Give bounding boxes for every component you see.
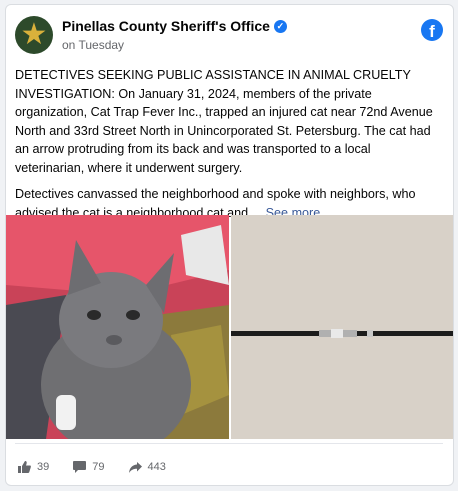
sheriff-star-icon: ★ [20, 18, 48, 51]
thumbs-up-icon [18, 461, 31, 473]
page-name-link[interactable]: Pinellas County Sheriff's Office ✓ [62, 18, 287, 34]
reaction-stats: 39 79 443 [18, 461, 166, 473]
arrow-photo-illustration [231, 215, 453, 439]
share-count[interactable]: 443 [128, 461, 166, 473]
post-timestamp[interactable]: on Tuesday [62, 38, 124, 52]
post-paragraph-1: DETECTIVES SEEKING PUBLIC ASSISTANCE IN … [15, 68, 433, 175]
facebook-logo-icon[interactable]: f [421, 19, 443, 41]
page-avatar[interactable]: ★ [15, 16, 53, 54]
arrow-photo[interactable] [231, 215, 453, 439]
like-count[interactable]: 39 [18, 461, 49, 473]
post-body: DETECTIVES SEEKING PUBLIC ASSISTANCE IN … [15, 66, 443, 230]
post-photos [6, 215, 453, 439]
page-name: Pinellas County Sheriff's Office [62, 18, 270, 34]
verified-badge-icon: ✓ [273, 19, 287, 33]
footer-divider [15, 443, 443, 444]
comment-count-value: 79 [92, 461, 105, 473]
cat-photo[interactable] [6, 215, 229, 439]
comment-bubble-icon [73, 461, 87, 473]
share-arrow-icon [128, 461, 142, 473]
cat-photo-illustration [6, 215, 229, 439]
like-count-value: 39 [37, 461, 50, 473]
post-header: ★ Pinellas County Sheriff's Office ✓ on … [15, 16, 443, 56]
comment-count[interactable]: 79 [73, 461, 105, 473]
share-count-value: 443 [147, 461, 166, 473]
facebook-post-card: ★ Pinellas County Sheriff's Office ✓ on … [5, 4, 454, 486]
